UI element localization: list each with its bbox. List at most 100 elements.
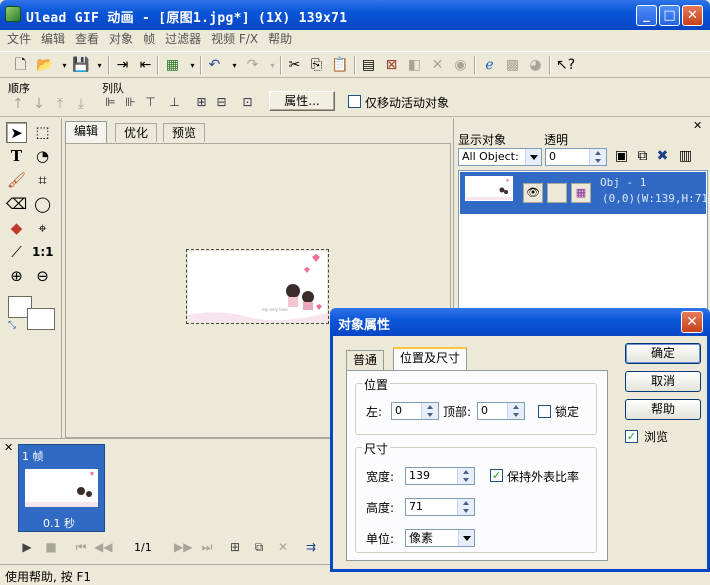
send-backward-icon[interactable]: ↓ [31, 96, 47, 112]
image-editor-icon[interactable]: ▦ [164, 57, 181, 74]
menu-file[interactable]: 文件 [0, 30, 36, 49]
swap-colors-icon[interactable]: ⤡ [8, 320, 16, 331]
first-frame-icon[interactable]: ⏮ [72, 540, 90, 555]
zoom-out-icon[interactable]: ⊖ [32, 266, 53, 287]
ellipse-select-icon[interactable]: ◯ [32, 194, 53, 215]
visibility-eye-icon[interactable]: 👁 [523, 183, 543, 203]
save-dropdown-icon[interactable]: ▾ [91, 57, 108, 74]
redo-dropdown-icon[interactable]: ▾ [264, 57, 281, 74]
object-color-icon[interactable]: ▦ [571, 183, 591, 203]
play-icon[interactable]: ▶ [18, 540, 36, 554]
bring-to-front-icon[interactable]: ⤒ [52, 96, 68, 112]
undo-icon[interactable]: ↶ [206, 57, 223, 74]
duplicate-object-icon[interactable]: ⧉ [634, 148, 651, 165]
align-bottom-icon[interactable]: ⊥ [166, 94, 183, 111]
effect-icon[interactable]: ◉ [452, 57, 469, 74]
open-dropdown-icon[interactable]: ▾ [56, 57, 73, 74]
lock-toggle-icon[interactable] [547, 183, 567, 203]
help-button[interactable]: 帮助 [625, 399, 701, 420]
frame-properties-icon[interactable]: ▤ [360, 57, 377, 74]
center-horizontal-icon[interactable]: ⊞ [193, 94, 210, 111]
context-help-icon[interactable]: ↖? [556, 57, 575, 74]
paste-icon[interactable]: 📋 [331, 57, 348, 74]
lasso-tool-icon[interactable]: ⌗ [32, 170, 53, 191]
actual-size-icon[interactable]: 1:1 [32, 242, 54, 263]
height-spin-arrows[interactable] [457, 499, 474, 515]
pick-tool-icon[interactable]: ➤ [6, 122, 27, 143]
object-properties-icon[interactable]: ▥ [677, 148, 694, 165]
frame-thumbnail[interactable]: 1 帧 0.1 秒 [18, 444, 105, 532]
menu-view[interactable]: 查看 [70, 30, 104, 49]
top-spin-arrows[interactable] [507, 403, 524, 419]
tween-frame-icon[interactable]: ⇉ [302, 540, 320, 554]
last-frame-icon[interactable]: ⏭ [198, 540, 216, 555]
lock-checkbox[interactable] [538, 405, 551, 418]
redo-icon[interactable]: ↷ [244, 57, 261, 74]
minimize-button[interactable]: _ [636, 5, 657, 26]
delete-object-icon[interactable]: ✖ [654, 148, 671, 165]
width-spin-arrows[interactable] [457, 468, 474, 484]
background-color-swatch[interactable] [27, 308, 55, 330]
canvas-image[interactable]: my only love [186, 249, 329, 324]
show-objects-select[interactable]: All Object: [458, 148, 542, 166]
align-top-icon[interactable]: ⊤ [142, 94, 159, 111]
maximize-button[interactable]: □ [659, 5, 680, 26]
grid-icon[interactable]: ▩ [504, 57, 521, 74]
move-active-only-checkbox[interactable] [348, 95, 361, 108]
tab-preview[interactable]: 预览 [163, 123, 206, 142]
menu-video-fx[interactable]: 视频 F/X [206, 30, 263, 49]
ok-button[interactable]: 确定 [625, 343, 701, 364]
import-icon[interactable]: ⇥ [114, 57, 131, 74]
delete-frame-button-icon[interactable]: ✕ [274, 540, 292, 554]
top-stepper[interactable]: 0 [477, 402, 525, 420]
properties-button[interactable]: 属性... [269, 91, 335, 111]
width-stepper[interactable]: 139 [405, 467, 475, 485]
menu-filter[interactable]: 过滤器 [160, 30, 206, 49]
save-icon[interactable]: 💾 [72, 57, 89, 74]
next-frame-icon[interactable]: ▶▶ [174, 540, 192, 554]
open-folder-icon[interactable]: 📂 [36, 57, 53, 74]
dialog-close-button[interactable]: ✕ [681, 311, 703, 333]
opacity-spin-arrows[interactable] [589, 149, 606, 165]
paintbrush-icon[interactable]: 🖌 [6, 170, 27, 191]
previous-frame-icon[interactable]: ◀◀ [94, 540, 112, 554]
height-stepper[interactable]: 71 [405, 498, 475, 516]
opacity-stepper[interactable]: 0 [545, 148, 607, 166]
window-titlebar[interactable]: Ulead GIF 动画 - [原图1.jpg*] (1X) 139x71 _ … [0, 0, 710, 30]
editor-dropdown-icon[interactable]: ▾ [184, 57, 201, 74]
menu-frame[interactable]: 帧 [138, 30, 160, 49]
fill-bucket-icon[interactable]: ◆ [6, 218, 27, 239]
tab-edit[interactable]: 编辑 [65, 121, 108, 143]
transform-tool-icon[interactable]: ◔ [32, 146, 53, 167]
close-button[interactable]: ✕ [682, 5, 703, 26]
stop-icon[interactable]: ■ [42, 540, 60, 554]
panel-close-icon-frames[interactable]: ✕ [4, 441, 13, 454]
left-spin-arrows[interactable] [421, 403, 438, 419]
copy-icon[interactable]: ⎘ [308, 57, 325, 74]
cancel-button[interactable]: 取消 [625, 371, 701, 392]
zoom-in-icon[interactable]: ⊕ [6, 266, 27, 287]
unit-select[interactable]: 像素 [405, 529, 475, 547]
object-row[interactable]: 👁 ▦ Obj - 1 (0,0)(W:139,H:71) [460, 172, 710, 214]
cut-icon[interactable]: ✂ [286, 57, 303, 74]
export-icon[interactable]: ⇤ [137, 57, 154, 74]
center-vertical-icon[interactable]: ⊟ [213, 94, 230, 111]
send-to-back-icon[interactable]: ⤓ [73, 96, 89, 112]
chevron-down-icon[interactable] [525, 149, 541, 165]
tween-icon[interactable]: ◧ [406, 57, 423, 74]
tab-general[interactable]: 普通 [346, 350, 385, 370]
delete-frame-icon[interactable]: ⊠ [383, 57, 400, 74]
eraser-icon[interactable]: ⌫ [6, 194, 27, 215]
text-tool-icon[interactable]: T [6, 146, 27, 167]
chevron-down-icon[interactable] [458, 530, 474, 546]
bring-forward-icon[interactable]: ↑ [10, 96, 26, 112]
menu-help[interactable]: 帮助 [263, 30, 297, 49]
align-left-icon[interactable]: ⊫ [102, 94, 119, 111]
marquee-tool-icon[interactable]: ⬚ [32, 122, 53, 143]
browser-preview-icon[interactable]: ℯ [481, 57, 498, 74]
undo-dropdown-icon[interactable]: ▾ [226, 57, 243, 74]
new-object-icon[interactable]: ▣ [613, 148, 630, 165]
eyedropper-icon[interactable]: ⟋ [6, 242, 27, 263]
align-center-icon[interactable]: ⊪ [122, 94, 139, 111]
preview-checkbox[interactable]: ✓ [625, 430, 638, 443]
